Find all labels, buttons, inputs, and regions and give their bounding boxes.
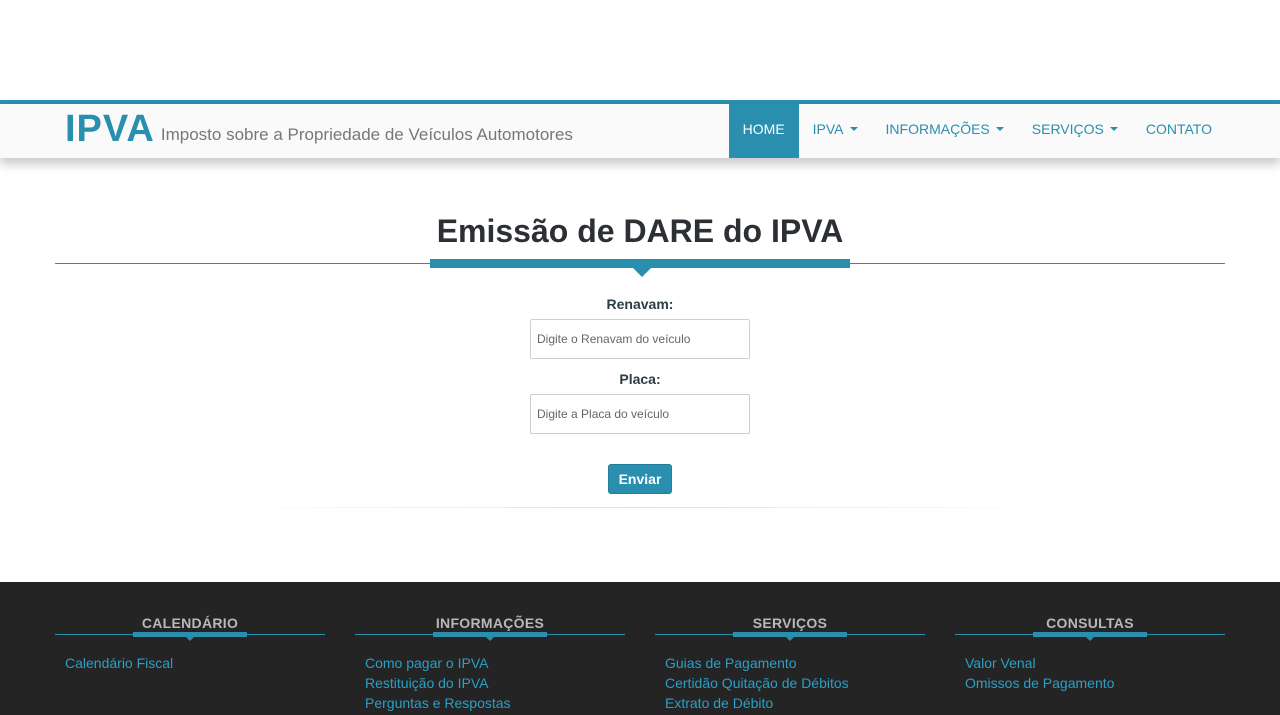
footer-heading: SERVIÇOS <box>752 615 828 631</box>
top-navbar: IPVA Imposto sobre a Propriedade de Veíc… <box>0 100 1280 158</box>
footer-links: Valor Venal Omissos de Pagamento <box>965 653 1114 693</box>
footer-link[interactable]: Como pagar o IPVA <box>365 653 511 673</box>
footer-links: Calendário Fiscal <box>65 653 173 673</box>
nav-ipva-label: IPVA <box>812 121 844 137</box>
caret-down-icon <box>1109 127 1118 131</box>
footer-links: Guias de Pagamento Certidão Quitação de … <box>665 653 849 713</box>
title-arrow-icon <box>633 268 651 277</box>
footer-heading: CONSULTAS <box>1046 615 1134 631</box>
nav-ipva[interactable]: IPVA <box>799 100 872 158</box>
footer-link[interactable]: Omissos de Pagamento <box>965 673 1114 693</box>
nav-home-label: HOME <box>742 121 785 137</box>
nav-contato-label: CONTATO <box>1145 121 1212 137</box>
footer-heading: CALENDÁRIO <box>141 615 239 631</box>
nav-home[interactable]: HOME <box>728 100 799 158</box>
title-underline-bar <box>430 259 850 268</box>
renavam-label: Renavam: <box>606 296 674 312</box>
enviar-button[interactable]: Enviar <box>608 464 672 494</box>
page-title: Emissão de DARE do IPVA <box>436 213 844 249</box>
brand[interactable]: IPVA Imposto sobre a Propriedade de Veíc… <box>65 110 573 148</box>
caret-down-icon <box>995 127 1004 131</box>
ipva-logo[interactable]: IPVA <box>65 110 155 148</box>
footer-link[interactable]: Perguntas e Respostas <box>365 693 511 713</box>
nav-servicos[interactable]: SERVIÇOS <box>1018 100 1132 158</box>
footer-arrow-icon <box>1086 637 1094 641</box>
nav-informacoes[interactable]: INFORMAÇÕES <box>872 100 1018 158</box>
footer-arrow-icon <box>786 637 794 641</box>
placa-label: Placa: <box>619 371 661 387</box>
footer-link[interactable]: Extrato de Débito <box>665 693 849 713</box>
footer: CALENDÁRIO Calendário Fiscal INFORMAÇÕES… <box>0 582 1280 715</box>
form-divider <box>225 507 1055 508</box>
main-nav: HOME IPVA INFORMAÇÕES SERVIÇOS CONTATO <box>728 100 1226 158</box>
footer-link[interactable]: Guias de Pagamento <box>665 653 849 673</box>
brand-subtitle: Imposto sobre a Propriedade de Veículos … <box>160 125 573 144</box>
nav-servicos-label: SERVIÇOS <box>1031 121 1104 137</box>
nav-contato[interactable]: CONTATO <box>1132 100 1226 158</box>
caret-down-icon <box>849 127 858 131</box>
footer-link[interactable]: Certidão Quitação de Débitos <box>665 673 849 693</box>
footer-arrow-icon <box>486 637 494 641</box>
footer-heading: INFORMAÇÕES <box>435 615 545 631</box>
footer-links: Como pagar o IPVA Restituição do IPVA Pe… <box>365 653 511 713</box>
footer-link[interactable]: Restituição do IPVA <box>365 673 511 693</box>
footer-arrow-icon <box>186 637 194 641</box>
footer-link[interactable]: Calendário Fiscal <box>65 653 173 673</box>
nav-informacoes-label: INFORMAÇÕES <box>885 121 990 137</box>
renavam-input[interactable] <box>530 319 750 359</box>
footer-link[interactable]: Valor Venal <box>965 653 1114 673</box>
placa-input[interactable] <box>530 394 750 434</box>
